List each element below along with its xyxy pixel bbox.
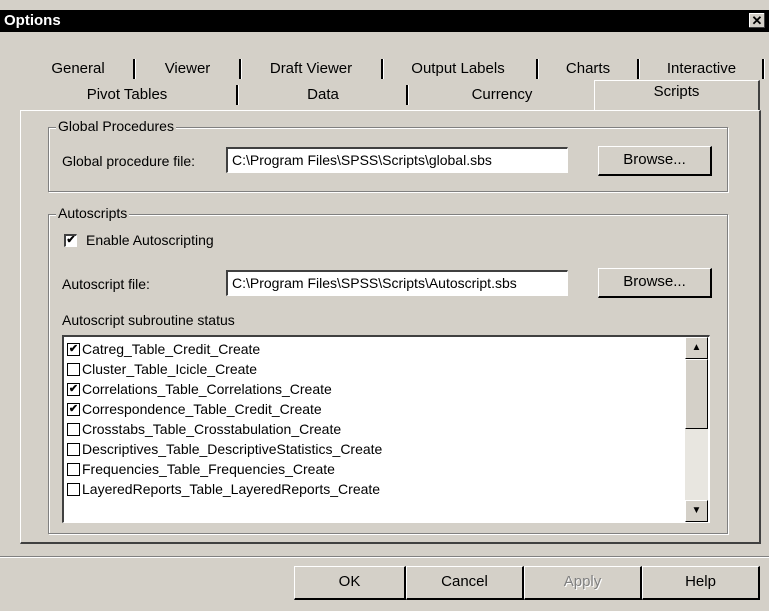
tab-divider (236, 85, 239, 105)
enable-autoscripting-label[interactable]: Enable Autoscripting (86, 232, 214, 248)
tab-scripts[interactable]: Scripts (594, 80, 760, 110)
tab-charts[interactable]: Charts (543, 58, 633, 80)
tab-interactive[interactable]: Interactive (644, 58, 759, 80)
close-icon[interactable]: ✕ (749, 13, 765, 28)
subroutine-name: Descriptives_Table_DescriptiveStatistics… (82, 441, 383, 457)
subroutine-checkbox[interactable] (67, 363, 80, 376)
global-procedures-legend: Global Procedures (56, 118, 176, 134)
tab-draft-viewer[interactable]: Draft Viewer (246, 58, 376, 80)
tab-divider (762, 59, 765, 79)
title-bar: Options ✕ (0, 10, 769, 32)
enable-autoscripting-checkbox[interactable]: ✔ (64, 234, 77, 247)
subroutine-name: LayeredReports_Table_LayeredReports_Crea… (82, 481, 381, 497)
global-browse-button[interactable]: Browse... (598, 146, 712, 176)
subroutine-checkbox[interactable]: ✔ (67, 383, 80, 396)
subroutine-name: Correlations_Table_Correlations_Create (82, 381, 332, 397)
scroll-thumb[interactable] (685, 359, 708, 429)
subroutine-checkbox[interactable]: ✔ (67, 403, 80, 416)
vertical-scrollbar[interactable]: ▲ ▼ (685, 337, 708, 522)
autoscript-browse-button[interactable]: Browse... (598, 268, 712, 298)
tab-divider (637, 59, 640, 79)
tab-divider (406, 85, 409, 105)
subroutine-checkbox[interactable] (67, 483, 80, 496)
tab-viewer[interactable]: Viewer (140, 58, 235, 80)
subroutine-listbox[interactable]: ✔ Catreg_Table_Credit_Create Cluster_Tab… (62, 335, 710, 523)
tab-pivot-tables[interactable]: Pivot Tables (22, 84, 232, 106)
cancel-button[interactable]: Cancel (406, 566, 524, 600)
options-dialog: Options ✕ General Viewer Draft Viewer Ou… (0, 0, 769, 611)
apply-button[interactable]: Apply (524, 566, 642, 600)
tab-output-labels[interactable]: Output Labels (388, 58, 528, 80)
tab-divider (381, 59, 384, 79)
subroutine-name: Frequencies_Table_Frequencies_Create (82, 461, 335, 477)
subroutine-name: Cluster_Table_Icicle_Create (82, 361, 258, 377)
tab-divider (239, 59, 242, 79)
scroll-up-icon[interactable]: ▲ (685, 337, 708, 359)
divider (0, 556, 769, 558)
subroutine-checkbox[interactable] (67, 423, 80, 436)
subroutine-name: Correspondence_Table_Credit_Create (82, 401, 322, 417)
subroutine-checkbox[interactable] (67, 463, 80, 476)
global-procedure-file-input[interactable]: C:\Program Files\SPSS\Scripts\global.sbs (226, 147, 568, 173)
autoscript-file-input[interactable]: C:\Program Files\SPSS\Scripts\Autoscript… (226, 270, 568, 296)
scroll-down-icon[interactable]: ▼ (685, 500, 708, 522)
subroutine-checkbox[interactable]: ✔ (67, 343, 80, 356)
autoscript-file-label: Autoscript file: (62, 276, 150, 292)
ok-button[interactable]: OK (294, 566, 406, 600)
tab-general[interactable]: General (28, 58, 128, 80)
subroutine-checkbox[interactable] (67, 443, 80, 456)
window-title: Options (4, 12, 61, 29)
tab-divider (536, 59, 539, 79)
autoscript-status-label: Autoscript subroutine status (62, 312, 235, 328)
global-procedure-file-label: Global procedure file: (62, 153, 196, 169)
subroutine-name: Catreg_Table_Credit_Create (82, 341, 261, 357)
subroutine-name: Crosstabs_Table_Crosstabulation_Create (82, 421, 342, 437)
help-button[interactable]: Help (642, 566, 760, 600)
tab-data[interactable]: Data (243, 84, 403, 106)
tab-divider (133, 59, 136, 79)
autoscripts-legend: Autoscripts (56, 205, 130, 221)
tab-currency[interactable]: Currency (413, 84, 591, 106)
